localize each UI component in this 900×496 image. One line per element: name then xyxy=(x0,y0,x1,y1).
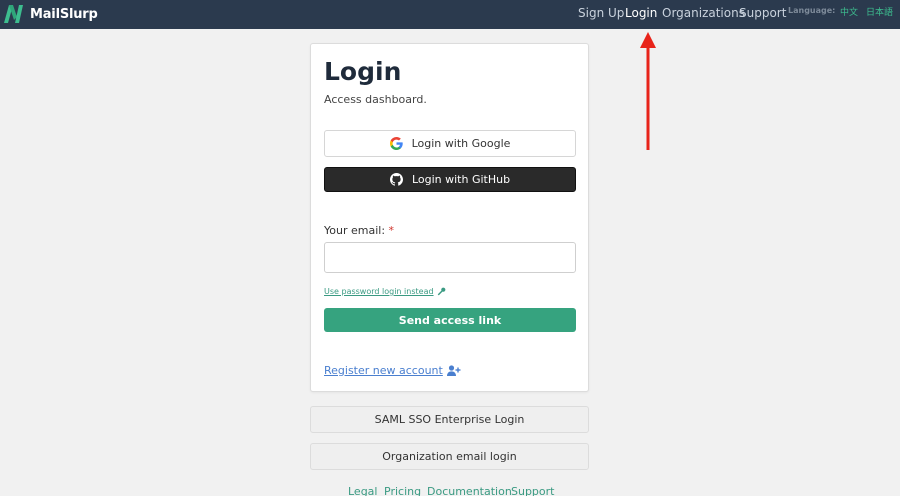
language-chinese[interactable]: 中文 xyxy=(840,5,858,18)
register-account-label: Register new account xyxy=(324,364,443,377)
email-label-text: Your email: xyxy=(324,224,386,237)
register-account-link[interactable]: Register new account xyxy=(324,364,461,377)
nav-organizations[interactable]: Organizations xyxy=(662,6,745,20)
login-github-button[interactable]: Login with GitHub xyxy=(324,167,576,192)
footer-link-legal[interactable]: Legal xyxy=(348,485,377,496)
login-card: Login Access dashboard. Login with Googl… xyxy=(310,43,589,392)
email-label: Your email: * xyxy=(324,224,394,237)
page-subtitle: Access dashboard. xyxy=(324,93,427,106)
user-plus-icon xyxy=(446,365,461,376)
saml-sso-login-button[interactable]: SAML SSO Enterprise Login xyxy=(310,406,589,433)
password-login-label: Use password login instead xyxy=(324,287,434,296)
login-github-label: Login with GitHub xyxy=(411,173,511,186)
login-google-button[interactable]: Login with Google xyxy=(324,130,576,157)
send-access-link-button[interactable]: Send access link xyxy=(324,308,576,332)
nav-sign-up[interactable]: Sign Up xyxy=(578,6,624,20)
organization-email-label: Organization email login xyxy=(382,450,517,463)
nav-support[interactable]: Support xyxy=(739,6,786,20)
login-google-label: Login with Google xyxy=(411,137,511,150)
nav-links: Sign Up Login Organizations Support Lang… xyxy=(0,0,900,29)
required-marker: * xyxy=(388,224,395,237)
language-label: Language: xyxy=(788,6,836,15)
footer-link-pricing[interactable]: Pricing xyxy=(384,485,421,496)
send-access-link-label: Send access link xyxy=(398,313,502,327)
footer-link-documentation[interactable]: Documentation xyxy=(427,485,512,496)
email-field[interactable] xyxy=(324,242,576,273)
password-login-link[interactable]: Use password login instead xyxy=(324,287,446,296)
nav-login[interactable]: Login xyxy=(625,6,657,20)
saml-sso-label: SAML SSO Enterprise Login xyxy=(374,413,525,426)
language-japanese[interactable]: 日本語 xyxy=(866,5,893,18)
page-title: Login xyxy=(324,57,402,86)
google-icon xyxy=(389,137,403,150)
top-navbar: MailSlurp Sign Up Login Organizations Su… xyxy=(0,0,900,29)
organization-email-login-button[interactable]: Organization email login xyxy=(310,443,589,470)
annotation-arrow xyxy=(640,32,656,150)
footer-link-support[interactable]: Support xyxy=(511,485,554,496)
github-icon xyxy=(389,173,403,186)
key-icon xyxy=(437,287,445,296)
